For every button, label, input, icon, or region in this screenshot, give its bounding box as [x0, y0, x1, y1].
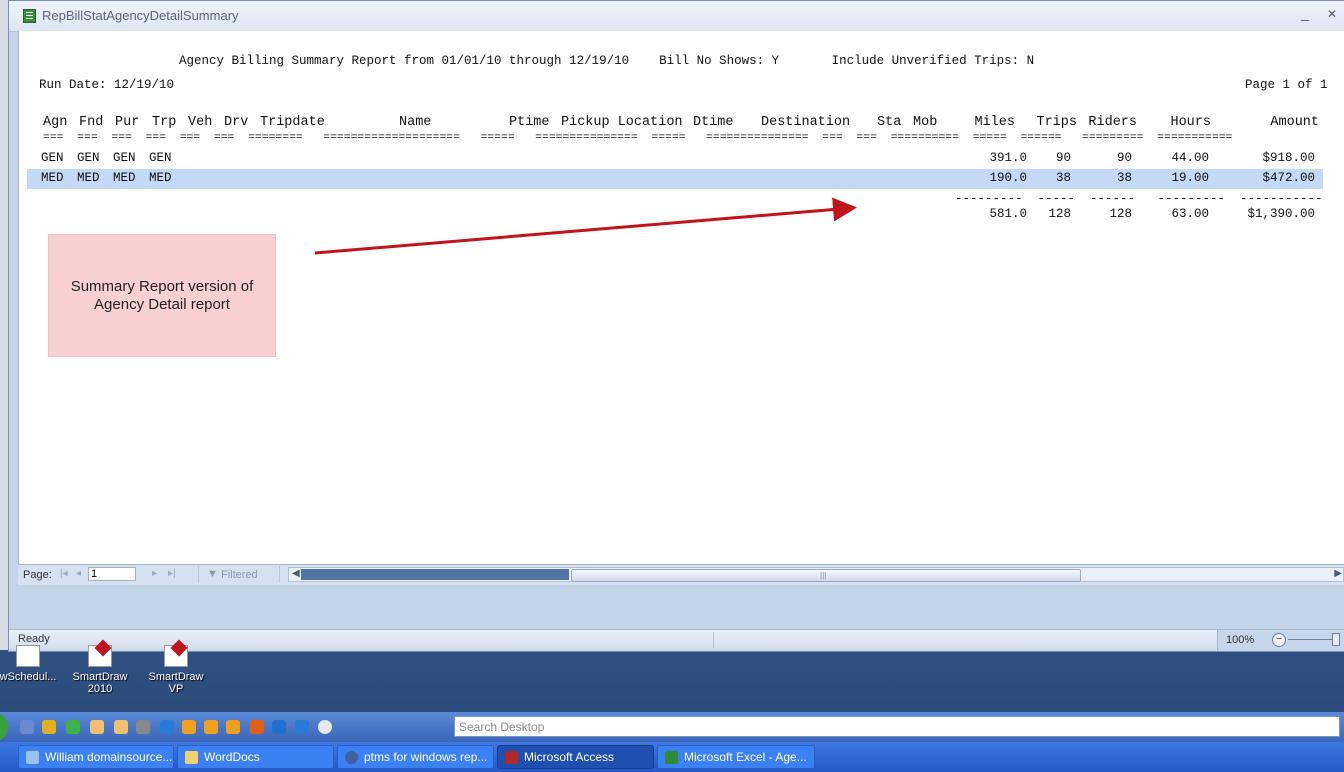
desktop-icon-label: SmartDraw 2010: [72, 671, 128, 695]
people-icon[interactable]: [20, 720, 34, 734]
status-divider: [713, 632, 714, 648]
desktop-icon-label: wSchedul...: [0, 671, 57, 683]
window-title: RepBillStatAgencyDetailSummary: [42, 8, 239, 23]
zoom-control: 100% −: [1217, 630, 1344, 650]
start-button-edge[interactable]: [0, 712, 8, 742]
excel-icon: [665, 751, 678, 764]
taskbar: William domainsource... WordDocs ptms fo…: [0, 742, 1344, 772]
taskbar-item-label: ptms for windows rep...: [364, 750, 488, 764]
zoom-slider-handle[interactable]: [1332, 633, 1340, 646]
search-desktop-input[interactable]: Search Desktop: [454, 716, 1340, 737]
taskbar-item-label: Microsoft Access: [524, 750, 615, 764]
funnel-icon: ▼: [207, 568, 218, 580]
user-icon[interactable]: [114, 720, 128, 734]
quick-launch-bar: Search Desktop: [0, 712, 1344, 742]
close-button[interactable]: ✕: [1327, 7, 1337, 21]
document-icon: [16, 645, 40, 667]
zoom-slider-track[interactable]: [1288, 639, 1338, 640]
report-icon: [23, 9, 36, 23]
page-number-input[interactable]: 1: [88, 567, 136, 581]
taskbar-item-label: William domainsource...: [45, 750, 173, 764]
scroll-right-arrow-icon[interactable]: ▶: [1334, 568, 1342, 579]
media-icon[interactable]: [42, 720, 56, 734]
desktop-icon-smartdraw-2010[interactable]: SmartDraw 2010: [64, 645, 136, 695]
next-page-button[interactable]: ▸: [152, 568, 157, 579]
browser-icon[interactable]: [272, 720, 286, 734]
scroll-thumb[interactable]: |||: [571, 569, 1081, 582]
mail-icon[interactable]: [226, 720, 240, 734]
smartdraw-icon: [164, 645, 188, 667]
taskbar-item-william[interactable]: William domainsource...: [18, 745, 174, 769]
taskbar-item-worddocs[interactable]: WordDocs: [177, 745, 334, 769]
scroll-left-arrow-icon[interactable]: ◀: [292, 568, 300, 579]
status-text: Ready: [18, 633, 50, 645]
record-navigation-bar: Page: |◂ ◂ 1 ▸ ▸| ▼ Filtered ◀ ||| ▶: [18, 564, 1344, 585]
access-icon: [505, 751, 518, 764]
last-page-button[interactable]: ▸|: [168, 568, 176, 579]
scroll-track[interactable]: [301, 569, 569, 580]
window-titlebar[interactable]: RepBillStatAgencyDetailSummary _ ✕: [9, 1, 1344, 32]
outlook-icon[interactable]: [204, 720, 218, 734]
taskbar-item-excel[interactable]: Microsoft Excel - Age...: [657, 745, 815, 769]
taskbar-item-label: Microsoft Excel - Age...: [684, 750, 807, 764]
prev-page-button[interactable]: ◂: [76, 568, 81, 579]
zoom-level: 100%: [1226, 634, 1255, 646]
taskbar-item-label: WordDocs: [204, 750, 260, 764]
horizontal-scrollbar[interactable]: ◀ ||| ▶: [288, 567, 1344, 582]
first-page-button[interactable]: |◂: [60, 568, 68, 579]
firefox-icon[interactable]: [250, 720, 264, 734]
media-player-icon[interactable]: [318, 720, 332, 734]
clock-icon[interactable]: [182, 720, 196, 734]
smartdraw-icon: [88, 645, 112, 667]
report-window: RepBillStatAgencyDetailSummary _ ✕ Agenc…: [8, 0, 1344, 652]
network-icon: [26, 751, 39, 764]
minimize-button[interactable]: _: [1301, 5, 1309, 21]
folder-icon: [185, 751, 198, 764]
user-icon[interactable]: [90, 720, 104, 734]
report-canvas: Agency Billing Summary Report from 01/01…: [18, 31, 1344, 564]
desktop-icon-smartdraw-vp[interactable]: SmartDraw VP: [140, 645, 212, 695]
internet-explorer-icon[interactable]: [160, 720, 174, 734]
globe-icon: [345, 751, 358, 764]
desktop-icon-label: SmartDraw VP: [148, 671, 204, 695]
zoom-out-button[interactable]: −: [1272, 633, 1286, 647]
desktop-icon-schedule[interactable]: wSchedul...: [0, 645, 64, 683]
taskbar-item-ptms[interactable]: ptms for windows rep...: [337, 745, 494, 769]
filter-toggle[interactable]: ▼ Filtered: [198, 566, 280, 583]
ie-icon[interactable]: [295, 720, 309, 734]
taskbar-item-access[interactable]: Microsoft Access: [497, 745, 654, 769]
page-label: Page:: [23, 569, 52, 581]
shield-icon[interactable]: [66, 720, 80, 734]
users-icon[interactable]: [136, 720, 150, 734]
annotation-note: Summary Report version of Agency Detail …: [48, 234, 276, 357]
filter-label: Filtered: [221, 569, 258, 581]
